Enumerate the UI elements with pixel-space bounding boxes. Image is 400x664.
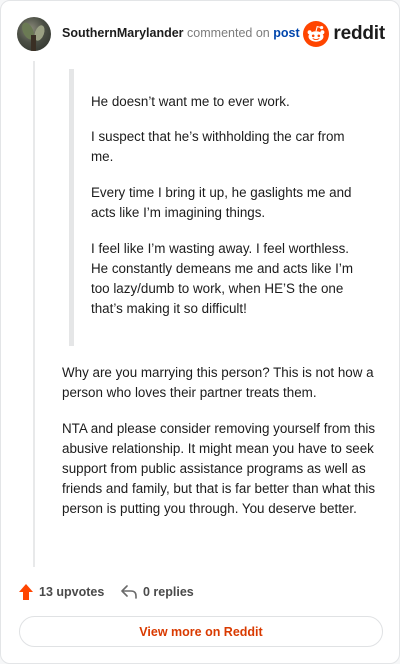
post-link[interactable]: post [273, 26, 299, 40]
avatar[interactable] [17, 17, 51, 51]
upvote-count: 13 upvotes [39, 585, 105, 599]
reply-icon [121, 585, 137, 599]
comment-embed-card: SouthernMarylander commented on post red… [0, 0, 400, 664]
quote-paragraph: He doesn’t want me to ever work. [91, 94, 290, 109]
reddit-brand[interactable]: reddit [303, 21, 385, 47]
view-more-button[interactable]: View more on Reddit [19, 616, 383, 647]
reply-button[interactable]: 0 replies [121, 581, 194, 603]
quote-paragraph: I feel like I’m wasting away. I feel wor… [91, 241, 353, 316]
thread-line [33, 61, 35, 567]
comment-paragraph: Why are you marrying this person? This i… [62, 365, 374, 400]
comment-header: SouthernMarylander commented on post red… [17, 17, 385, 51]
reddit-logo-icon [303, 21, 330, 47]
quote-paragraph: Every time I bring it up, he gaslights m… [91, 185, 352, 220]
comment-actions: 13 upvotes 0 replies [19, 581, 319, 603]
comment-paragraph: NTA and please consider removing yoursel… [62, 421, 376, 516]
quoted-text: He doesn’t want me to ever work. I suspe… [69, 69, 374, 346]
reply-count: 0 replies [143, 585, 194, 599]
reddit-wordmark: reddit [333, 23, 385, 44]
quote-paragraph: I suspect that he’s withholding the car … [91, 129, 345, 164]
comment-meta: SouthernMarylander commented on post [62, 26, 300, 40]
action-text: commented on [187, 26, 270, 40]
upvote-arrow-icon [19, 584, 33, 600]
username-link[interactable]: SouthernMarylander [62, 26, 184, 40]
upvote-button[interactable]: 13 upvotes [19, 581, 104, 603]
